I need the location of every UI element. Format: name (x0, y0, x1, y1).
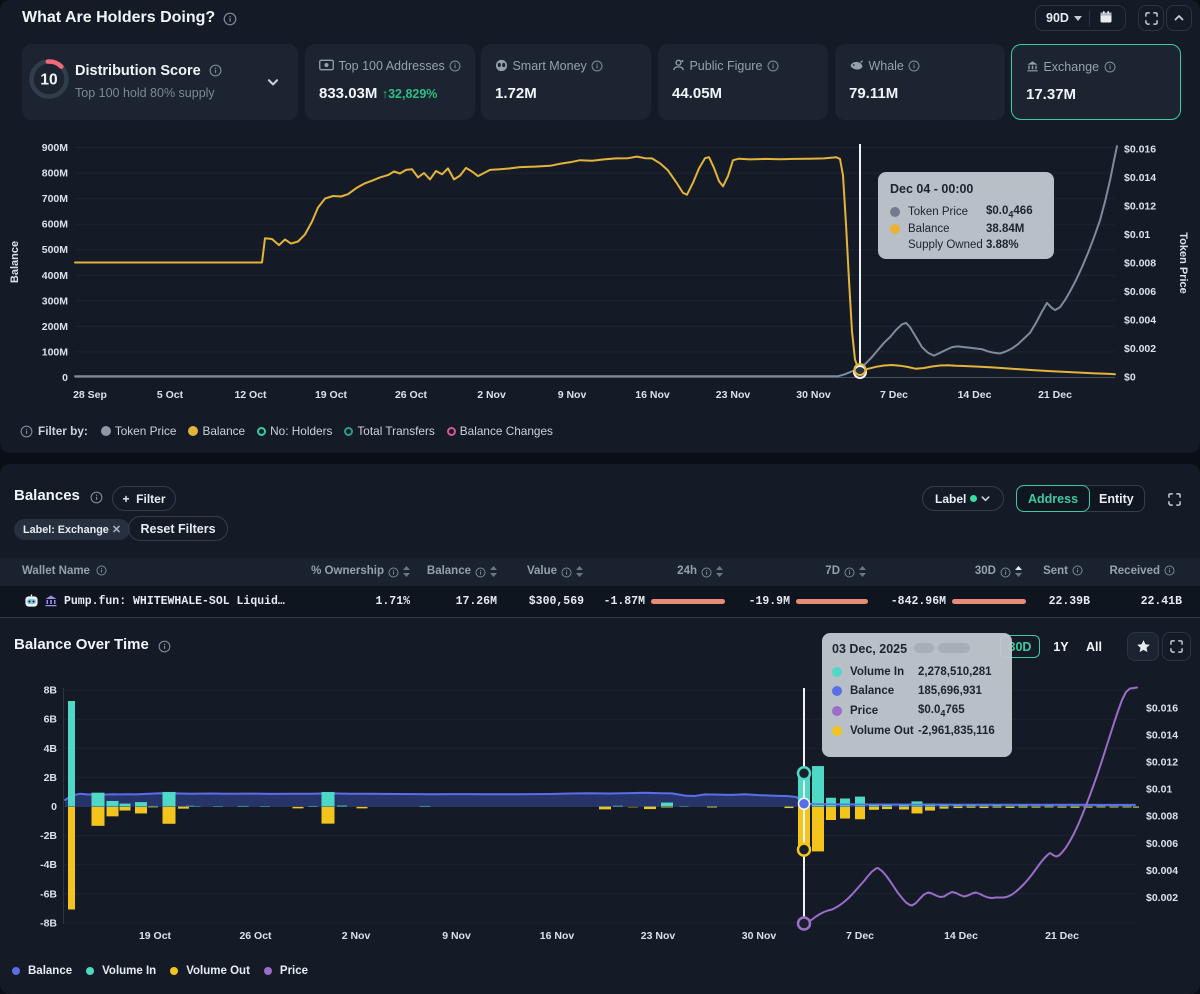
svg-text:23 Nov: 23 Nov (641, 930, 676, 942)
svg-text:2B: 2B (44, 772, 58, 784)
svg-text:26 Oct: 26 Oct (395, 389, 428, 401)
svg-text:-2B: -2B (40, 830, 57, 842)
svg-text:14 Dec: 14 Dec (944, 930, 978, 942)
svg-text:12 Oct: 12 Oct (234, 389, 267, 401)
svg-text:2 Nov: 2 Nov (477, 389, 506, 401)
svg-text:19 Oct: 19 Oct (139, 930, 172, 942)
svg-text:$0.016: $0.016 (1124, 144, 1156, 156)
svg-text:$0.004: $0.004 (1124, 315, 1156, 327)
svg-text:7 Dec: 7 Dec (880, 389, 908, 401)
svg-text:7 Dec: 7 Dec (846, 930, 874, 942)
svg-text:$0.01: $0.01 (1124, 229, 1150, 241)
svg-text:21 Dec: 21 Dec (1045, 930, 1079, 942)
svg-text:23 Nov: 23 Nov (716, 389, 751, 401)
svg-text:-8B: -8B (40, 917, 57, 929)
svg-text:$0.01: $0.01 (1146, 784, 1172, 796)
svg-text:30 Nov: 30 Nov (742, 930, 777, 942)
svg-text:100M: 100M (42, 346, 69, 358)
svg-text:16 Nov: 16 Nov (635, 389, 670, 401)
svg-text:10: 10 (40, 72, 57, 89)
svg-text:$0.002: $0.002 (1124, 343, 1156, 355)
svg-text:0: 0 (62, 372, 68, 384)
svg-text:-4B: -4B (40, 859, 57, 871)
svg-text:16 Nov: 16 Nov (540, 930, 575, 942)
svg-text:4B: 4B (44, 743, 58, 755)
svg-text:600M: 600M (42, 219, 69, 231)
svg-text:400M: 400M (42, 270, 69, 282)
svg-text:$0.012: $0.012 (1146, 757, 1178, 769)
svg-text:19 Oct: 19 Oct (315, 389, 348, 401)
svg-text:-6B: -6B (40, 888, 57, 900)
svg-text:$0.016: $0.016 (1146, 702, 1178, 714)
svg-text:5 Oct: 5 Oct (157, 389, 184, 401)
svg-text:500M: 500M (42, 244, 69, 256)
svg-text:2 Nov: 2 Nov (342, 930, 371, 942)
svg-text:$0.006: $0.006 (1146, 838, 1178, 850)
svg-text:$0.006: $0.006 (1124, 286, 1156, 298)
svg-text:21 Dec: 21 Dec (1038, 389, 1072, 401)
svg-text:$0.008: $0.008 (1124, 258, 1156, 270)
svg-text:8B: 8B (44, 685, 58, 697)
svg-text:200M: 200M (42, 321, 69, 333)
svg-text:$0.012: $0.012 (1124, 201, 1156, 213)
svg-text:Balance: Balance (9, 241, 21, 283)
svg-text:$0: $0 (1124, 372, 1136, 384)
svg-text:30 Nov: 30 Nov (796, 389, 831, 401)
svg-text:Token Price: Token Price (1177, 232, 1189, 294)
svg-text:$0.014: $0.014 (1124, 172, 1156, 184)
svg-text:$0.002: $0.002 (1146, 892, 1178, 904)
svg-text:26 Oct: 26 Oct (239, 930, 272, 942)
svg-text:$0.014: $0.014 (1146, 729, 1178, 741)
svg-text:14 Dec: 14 Dec (958, 389, 992, 401)
svg-text:$0.008: $0.008 (1146, 811, 1178, 823)
svg-text:9 Nov: 9 Nov (442, 930, 471, 942)
svg-text:28 Sep: 28 Sep (73, 389, 107, 401)
svg-text:900M: 900M (42, 142, 69, 154)
svg-text:800M: 800M (42, 168, 69, 180)
svg-text:$0.004: $0.004 (1146, 865, 1178, 877)
svg-text:9 Nov: 9 Nov (558, 389, 587, 401)
svg-text:6B: 6B (44, 714, 58, 726)
svg-text:700M: 700M (42, 193, 69, 205)
svg-text:0: 0 (51, 801, 57, 813)
svg-text:300M: 300M (42, 295, 69, 307)
